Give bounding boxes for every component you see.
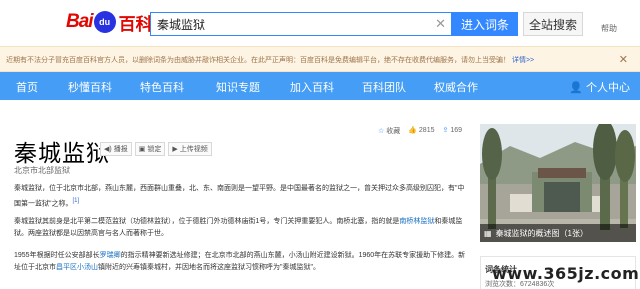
search-box[interactable]: ✕	[150, 12, 452, 36]
lock-label: 锁定	[147, 146, 162, 153]
link-nanqiao[interactable]: 南桥林监狱	[399, 218, 434, 225]
collect-button[interactable]: ☆ 收藏	[378, 126, 400, 136]
site-search-button[interactable]: 全站搜索	[523, 12, 583, 36]
like-button[interactable]: 👍 2815	[408, 126, 434, 136]
nav-item-join[interactable]: 加入百科	[290, 79, 334, 95]
notice-message: 近期有不法分子冒充百度百科官方人员，以删除词条为由威胁并敲诈相关企业。在此严正声…	[6, 57, 510, 64]
share-button[interactable]: ⇪ 169	[442, 126, 462, 136]
paragraph-2: 秦城监狱其前身是北平第二模范监狱（功德林监狱），位于德胜门外功德林庙街1号，专门…	[14, 216, 469, 240]
page-title: 秦城监狱	[14, 140, 110, 166]
album-caption-text: 秦城监狱的概述图（1张）	[495, 228, 589, 238]
nav-item-topics[interactable]: 知识专题	[216, 79, 260, 95]
paragraph-1-text: 秦城监狱，位于北京市北部，燕山东麓，西面群山重叠，北、东、南面则是一望平野。是中…	[14, 185, 465, 208]
share-count: 169	[450, 127, 462, 134]
nav-item-miaodong[interactable]: 秒懂百科	[68, 79, 112, 95]
logo-bai: Bai	[66, 11, 94, 32]
paragraph-3: 1955年根据时任公安部部长罗瑞卿的指示精神要新选址修建；在北京市北部的燕山东麓…	[14, 250, 469, 274]
nav-item-special[interactable]: 特色百科	[140, 79, 184, 95]
close-icon[interactable]: ✕	[619, 53, 628, 66]
clear-icon[interactable]: ✕	[435, 16, 446, 32]
enter-entry-button[interactable]: 进入词条	[452, 12, 518, 36]
user-icon: 👤	[569, 82, 586, 94]
notice-details-link[interactable]: 详情>>	[512, 57, 534, 64]
baidu-baike-logo[interactable]: Bai du 百科	[66, 8, 153, 36]
share-icon: ⇪	[442, 127, 449, 134]
notice-text: 近期有不法分子冒充百度百科官方人员，以删除词条为由威胁并敲诈相关企业。在此严正声…	[6, 55, 534, 65]
star-icon: ☆	[378, 128, 385, 135]
entry-actions: ☆ 收藏 👍 2815 ⇪ 169	[378, 126, 462, 136]
reference-link[interactable]: [1]	[73, 198, 80, 204]
help-link[interactable]: 帮助	[601, 23, 617, 34]
page-subtitle: 北京市北部监狱	[14, 166, 70, 175]
link-changping[interactable]: 昌平区	[56, 264, 77, 271]
lock-icon: ▣	[138, 146, 146, 153]
nav-item-team[interactable]: 百科团队	[362, 79, 406, 95]
gallery-icon: ▦	[484, 228, 492, 238]
logo-baike: 百科	[118, 14, 153, 34]
paragraph-3-text: 1955年根据时任公安部部长	[14, 252, 100, 259]
search-input[interactable]	[151, 13, 421, 35]
paragraph-2-text: 秦城监狱其前身是北平第二模范监狱（功德林监狱），位于德胜门外功德林庙街1号，专门…	[14, 218, 400, 225]
main-nav: 首页 秒懂百科 特色百科 知识专题 加入百科 百科团队 权威合作 👤 个人中心	[0, 72, 640, 100]
nav-item-partners[interactable]: 权威合作	[434, 79, 478, 95]
logo-paw-icon: du	[93, 11, 116, 33]
user-center-link[interactable]: 👤 个人中心	[569, 79, 630, 95]
link-xiaotangshan[interactable]: 小汤山	[77, 264, 98, 271]
album-caption[interactable]: ▦ 秦城监狱的概述图（1张）	[480, 224, 636, 242]
upload-video-label: 上传视频	[179, 146, 208, 153]
nav-item-home[interactable]: 首页	[16, 79, 38, 95]
header: Bai du 百科 ✕ 进入词条 全站搜索 帮助	[0, 0, 640, 46]
collect-label: 收藏	[386, 128, 401, 135]
broadcast-label: 播报	[113, 146, 128, 153]
paragraph-1: 秦城监狱，位于北京市北部，燕山东麓，西面群山重叠，北、东、南面则是一望平野。是中…	[14, 183, 469, 210]
watermark: www.365jz.com	[492, 264, 640, 283]
broadcast-button[interactable]: ◀) 播报	[100, 142, 132, 156]
video-icon: ▶	[172, 146, 178, 153]
speaker-icon: ◀)	[104, 146, 112, 153]
thumbs-up-icon: 👍	[408, 127, 417, 134]
like-count: 2815	[418, 127, 435, 134]
title-toolbar: ◀) 播报 ▣ 锁定 ▶ 上传视频	[100, 142, 212, 156]
notice-bar: 近期有不法分子冒充百度百科官方人员，以删除词条为由威胁并敲诈相关企业。在此严正声…	[0, 46, 640, 72]
upload-video-button[interactable]: ▶ 上传视频	[168, 142, 212, 156]
link-luoruiqing[interactable]: 罗瑞卿	[100, 252, 121, 259]
paragraph-3-text-c: 镇附近的兴寿镇秦城村，并因地名而将这座监狱习惯称呼为"秦城监狱"。	[98, 264, 320, 271]
user-center-label: 个人中心	[586, 82, 630, 94]
lock-button[interactable]: ▣ 锁定	[134, 142, 166, 156]
